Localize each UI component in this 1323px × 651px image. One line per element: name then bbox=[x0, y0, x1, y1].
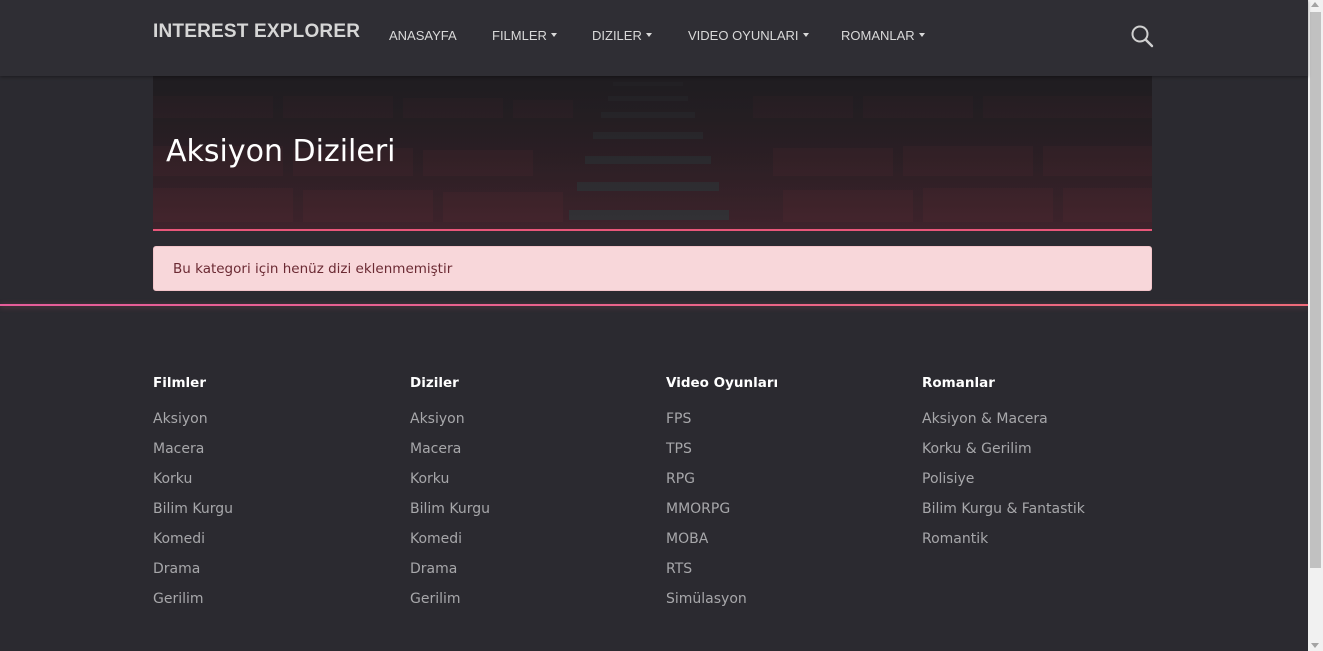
footer-column-video-oyunlari: Video Oyunları FPS TPS RPG MMORPG MOBA R… bbox=[666, 374, 906, 614]
footer-link[interactable]: Komedi bbox=[153, 524, 393, 554]
footer-heading: Video Oyunları bbox=[666, 375, 779, 391]
navbar: INTEREST EXPLORER ANASAYFA FILMLER DIZIL… bbox=[0, 0, 1308, 76]
search-icon[interactable] bbox=[1130, 24, 1154, 48]
footer-link[interactable]: Macera bbox=[153, 434, 393, 464]
footer-link[interactable]: Macera bbox=[410, 434, 650, 464]
footer-divider bbox=[0, 304, 1308, 306]
caret-down-icon bbox=[645, 33, 652, 37]
footer-link[interactable]: Aksiyon bbox=[410, 404, 650, 434]
hero-divider bbox=[153, 229, 1152, 231]
footer-heading: Diziler bbox=[410, 375, 459, 391]
footer-link[interactable]: Bilim Kurgu bbox=[153, 494, 393, 524]
footer-column-romanlar: Romanlar Aksiyon & Macera Korku & Gerili… bbox=[922, 374, 1162, 554]
alert-message: Bu kategori için henüz dizi eklenmemişti… bbox=[173, 261, 453, 277]
footer-link[interactable]: Gerilim bbox=[410, 584, 650, 614]
footer-link[interactable]: Aksiyon bbox=[153, 404, 393, 434]
footer-link[interactable]: Drama bbox=[153, 554, 393, 584]
footer-heading: Romanlar bbox=[922, 375, 995, 391]
footer-link[interactable]: Gerilim bbox=[153, 584, 393, 614]
footer-column-filmler: Filmler Aksiyon Macera Korku Bilim Kurgu… bbox=[153, 374, 393, 614]
footer-link[interactable]: Bilim Kurgu & Fantastik bbox=[922, 494, 1162, 524]
footer-link[interactable]: FPS bbox=[666, 404, 906, 434]
page: INTEREST EXPLORER ANASAYFA FILMLER DIZIL… bbox=[0, 0, 1308, 651]
nav-item-anasayfa[interactable]: ANASAYFA bbox=[389, 28, 457, 43]
nav-item-romanlar[interactable]: ROMANLAR bbox=[841, 28, 925, 43]
footer-link[interactable]: Korku & Gerilim bbox=[922, 434, 1162, 464]
caret-down-icon bbox=[802, 33, 809, 37]
footer-link[interactable]: TPS bbox=[666, 434, 906, 464]
footer-link[interactable]: RTS bbox=[666, 554, 906, 584]
nav-item-filmler[interactable]: FILMLER bbox=[492, 28, 557, 43]
footer-link[interactable]: Aksiyon & Macera bbox=[922, 404, 1162, 434]
footer-link[interactable]: Simülasyon bbox=[666, 584, 906, 614]
scroll-up-arrow-icon[interactable] bbox=[1311, 2, 1319, 7]
footer-link[interactable]: Romantik bbox=[922, 524, 1162, 554]
footer-column-diziler: Diziler Aksiyon Macera Korku Bilim Kurgu… bbox=[410, 374, 650, 614]
nav-item-label: VIDEO OYUNLARI bbox=[688, 28, 799, 43]
page-title: Aksiyon Dizileri bbox=[166, 134, 396, 169]
footer-heading: Filmler bbox=[153, 375, 206, 391]
scroll-down-arrow-icon[interactable] bbox=[1311, 643, 1319, 648]
footer-link[interactable]: Bilim Kurgu bbox=[410, 494, 650, 524]
nav-item-label: FILMLER bbox=[492, 28, 547, 43]
hero-banner: Aksiyon Dizileri bbox=[153, 76, 1152, 230]
nav-item-video-oyunlari[interactable]: VIDEO OYUNLARI bbox=[688, 28, 809, 43]
nav-item-label: ANASAYFA bbox=[389, 28, 457, 43]
nav-item-label: ROMANLAR bbox=[841, 28, 915, 43]
footer-link[interactable]: MOBA bbox=[666, 524, 906, 554]
footer-link[interactable]: Korku bbox=[410, 464, 650, 494]
brand-logo[interactable]: INTEREST EXPLORER bbox=[153, 21, 360, 43]
footer-link[interactable]: Korku bbox=[153, 464, 393, 494]
scrollbar-thumb[interactable] bbox=[1310, 12, 1321, 568]
footer-link[interactable]: Komedi bbox=[410, 524, 650, 554]
nav-item-diziler[interactable]: DIZILER bbox=[592, 28, 652, 43]
empty-category-alert: Bu kategori için henüz dizi eklenmemişti… bbox=[153, 246, 1152, 291]
nav-item-label: DIZILER bbox=[592, 28, 642, 43]
footer-link[interactable]: RPG bbox=[666, 464, 906, 494]
caret-down-icon bbox=[550, 33, 557, 37]
footer-link[interactable]: MMORPG bbox=[666, 494, 906, 524]
footer-link[interactable]: Drama bbox=[410, 554, 650, 584]
footer-link[interactable]: Polisiye bbox=[922, 464, 1162, 494]
caret-down-icon bbox=[918, 33, 925, 37]
